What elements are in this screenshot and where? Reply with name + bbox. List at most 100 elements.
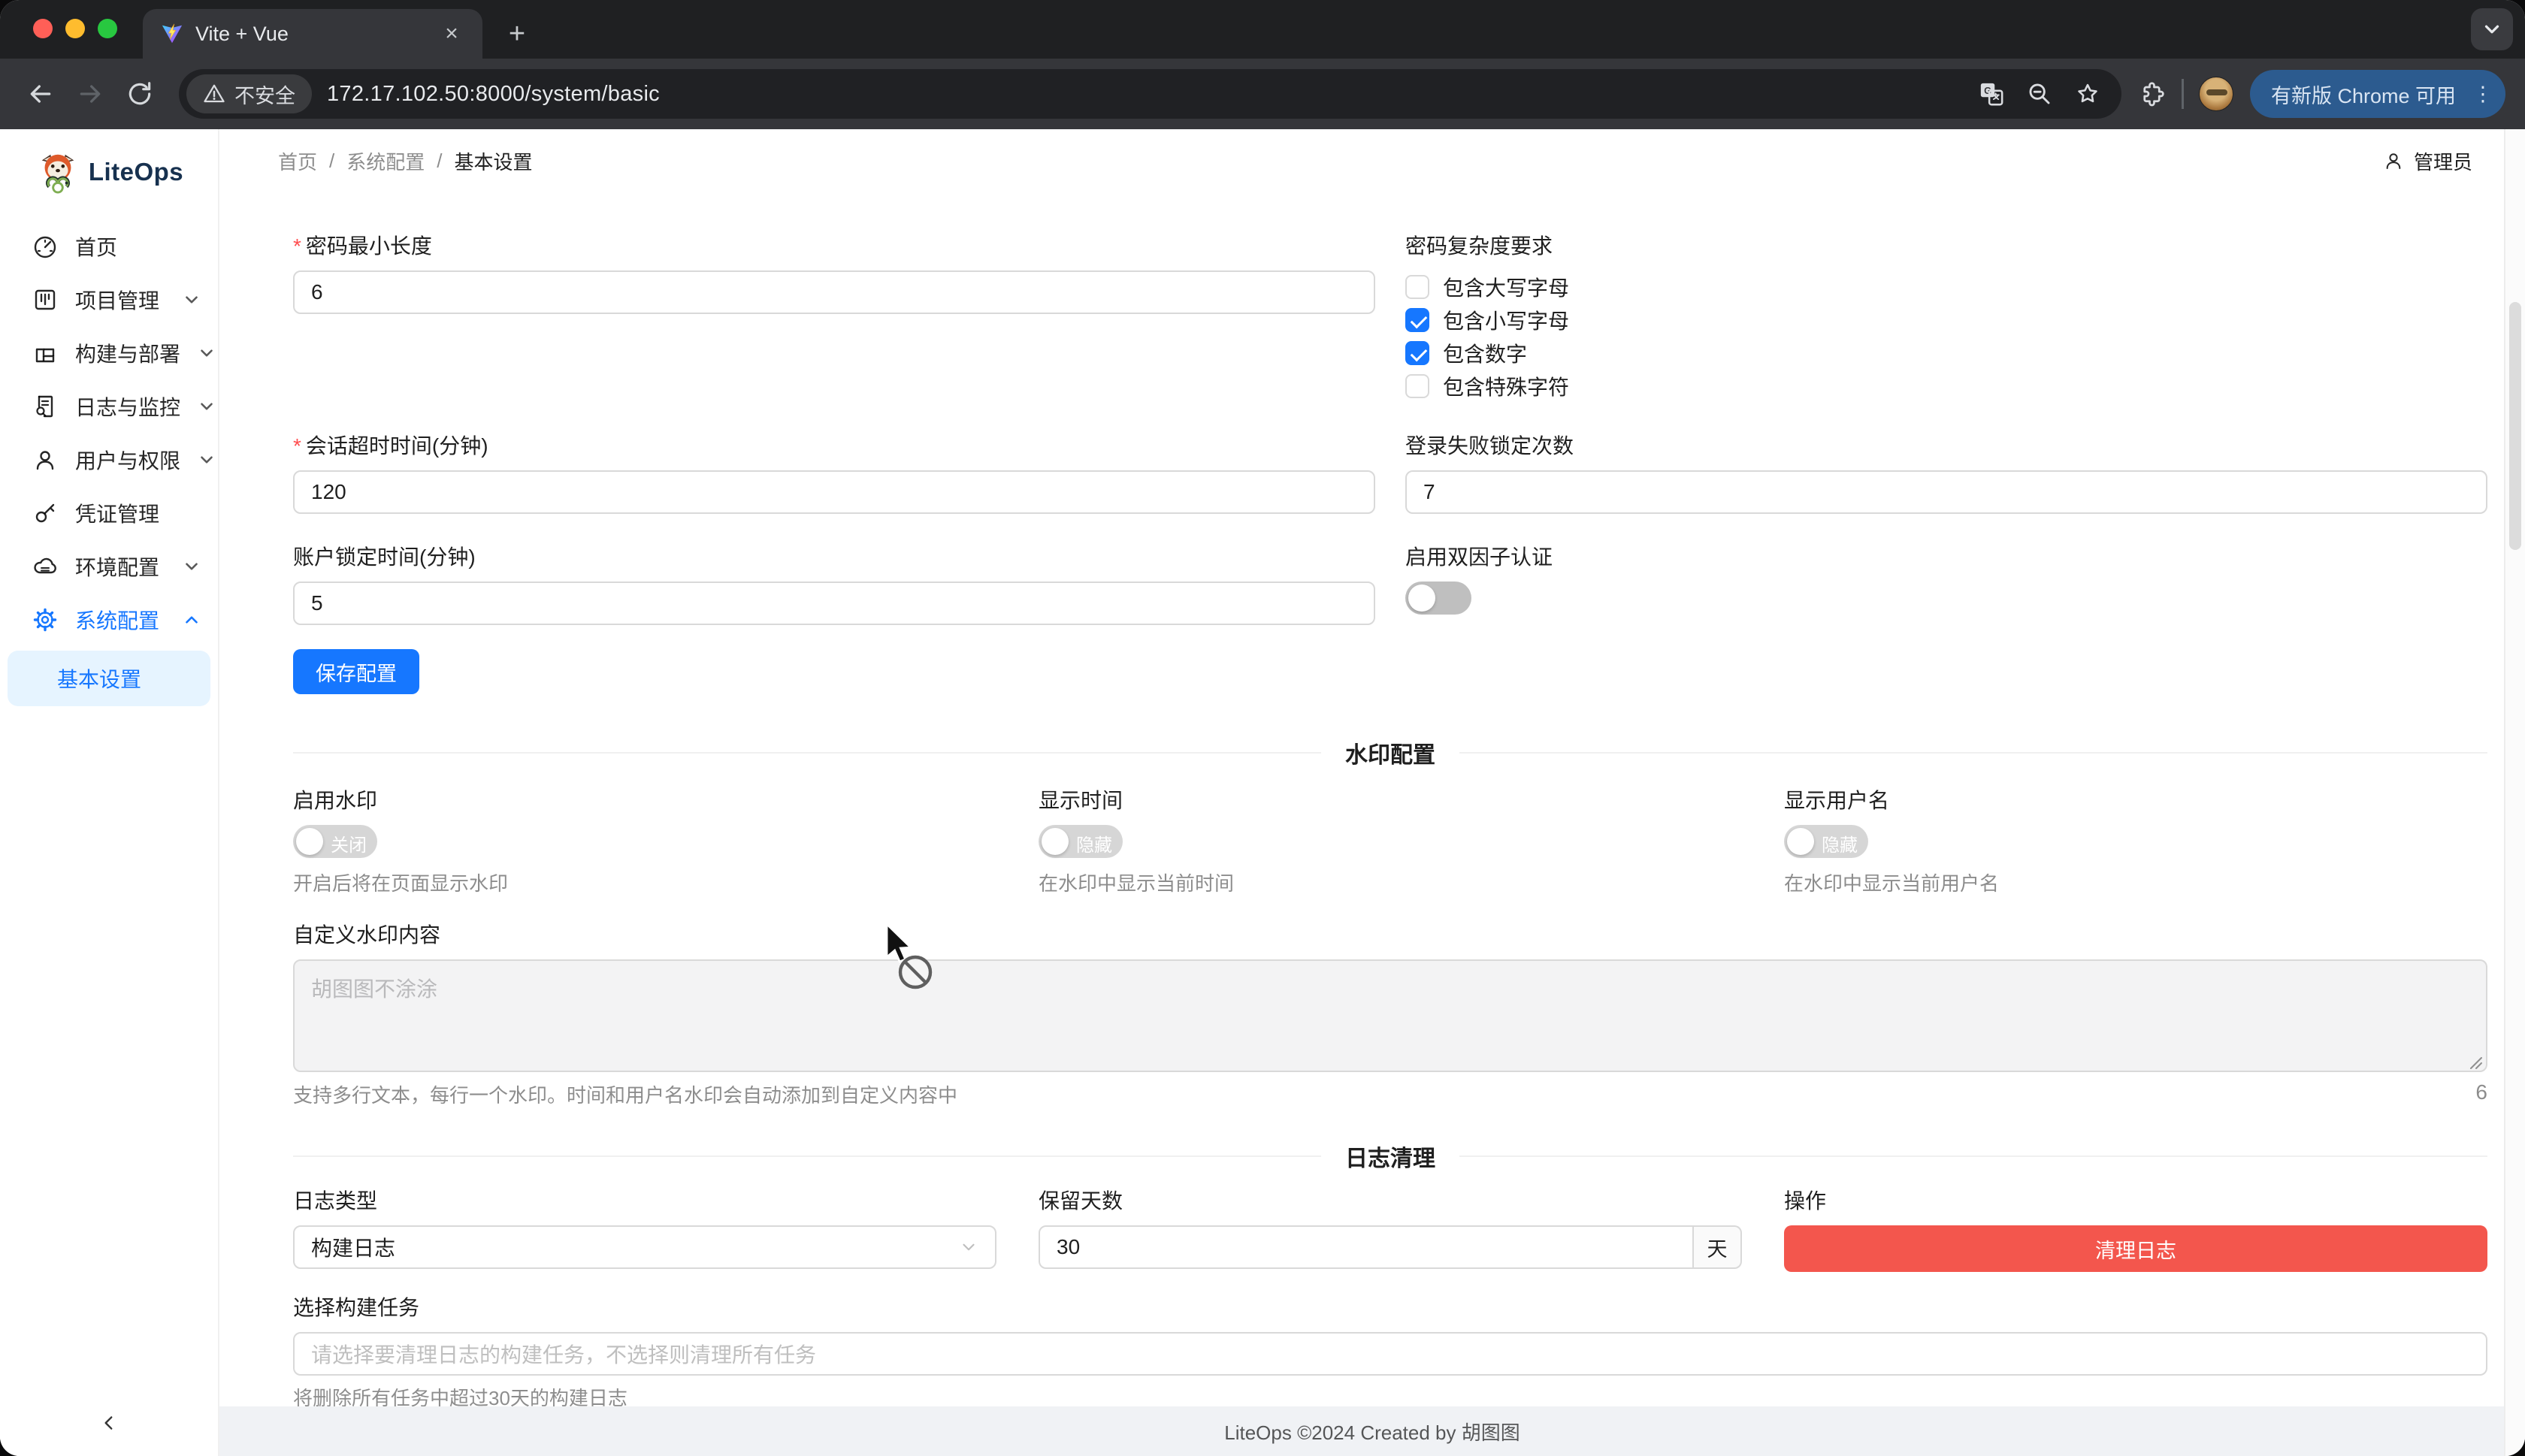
account-lock-time-input[interactable] (293, 581, 1375, 625)
liteops-panda-logo-icon (35, 149, 81, 195)
gear-icon (32, 606, 59, 633)
reload-button[interactable] (119, 73, 161, 115)
user-name: 管理员 (2414, 147, 2472, 175)
profile-avatar[interactable] (2199, 77, 2233, 111)
extensions-icon[interactable] (2139, 80, 2167, 107)
user-menu[interactable]: 管理员 (2382, 147, 2472, 175)
security-chip[interactable]: 不安全 (186, 74, 312, 113)
window-controls (33, 19, 117, 38)
show-time-toggle[interactable]: 隐藏 (1039, 825, 1123, 858)
app-logo-text: LiteOps (89, 158, 183, 186)
translate-icon[interactable]: G (1979, 81, 2004, 107)
char-count: 6 (2475, 1080, 2487, 1108)
enable-watermark-toggle[interactable]: 关闭 (293, 825, 377, 858)
retention-unit-addon: 天 (1694, 1225, 1742, 1269)
checkbox-uppercase[interactable] (1405, 275, 1429, 299)
sidebar-item-home[interactable]: 首页 (0, 219, 218, 273)
breadcrumb-system-config[interactable]: 系统配置 (346, 147, 425, 175)
chevron-down-icon (959, 1237, 978, 1257)
save-config-button[interactable]: 保存配置 (293, 649, 419, 694)
sidebar-item-credentials[interactable]: 凭证管理 (0, 486, 218, 539)
window-maximize-button[interactable] (98, 19, 117, 38)
field-label: 密码最小长度 (293, 233, 1375, 260)
browser-tab[interactable]: Vite + Vue (143, 9, 482, 59)
login-fail-lock-input[interactable] (1405, 470, 2487, 514)
sidebar-item-system-config[interactable]: 系统配置 (0, 593, 218, 646)
page-header: 首页 系统配置 基本设置 管理员 (219, 129, 2525, 192)
field-hint: 在水印中显示当前时间 (1039, 868, 1742, 896)
sidebar-item-projects[interactable]: 项目管理 (0, 273, 218, 326)
bookmark-star-icon[interactable] (2075, 81, 2100, 107)
checkbox-option[interactable]: 包含特殊字符 (1405, 370, 2487, 403)
back-button[interactable] (20, 73, 62, 115)
scrollbar-thumb[interactable] (2509, 302, 2521, 550)
zoom-icon[interactable] (2027, 81, 2052, 107)
url-text[interactable]: 172.17.102.50:8000/system/basic (327, 82, 1964, 107)
chevron-down-icon (197, 450, 216, 470)
two-factor-toggle[interactable] (1405, 581, 1471, 615)
field-label: 密码复杂度要求 (1405, 233, 2487, 260)
reload-icon (125, 80, 154, 108)
field-hint: 开启后将在页面显示水印 (293, 868, 996, 896)
cloud-server-icon (32, 553, 59, 580)
chevron-up-icon (182, 610, 201, 630)
tab-close-icon[interactable] (439, 21, 464, 47)
key-icon (32, 500, 59, 527)
log-type-select[interactable]: 构建日志 (293, 1225, 996, 1269)
window-close-button[interactable] (33, 19, 53, 38)
field-label: 登录失败锁定次数 (1405, 433, 2487, 460)
address-bar[interactable]: 不安全 172.17.102.50:8000/system/basic G (179, 69, 2121, 119)
sidebar-item-build-deploy[interactable]: 构建与部署 (0, 326, 218, 379)
field-task-select: 选择构建任务 请选择要清理日志的构建任务，不选择则清理所有任务 将删除所有任务中… (293, 1294, 2487, 1406)
user-icon (2382, 150, 2405, 172)
chrome-update-button[interactable]: 有新版 Chrome 可用 (2250, 70, 2505, 118)
chevron-down-icon (2481, 18, 2503, 41)
sidebar-item-users-permissions[interactable]: 用户与权限 (0, 433, 218, 486)
resize-handle-icon[interactable] (2468, 1055, 2483, 1070)
build-task-select[interactable]: 请选择要清理日志的构建任务，不选择则清理所有任务 (293, 1332, 2487, 1376)
scrollbar[interactable] (2504, 129, 2525, 1456)
field-label: 账户锁定时间(分钟) (293, 544, 1375, 571)
field-enable-watermark: 启用水印 关闭 开启后将在页面显示水印 (293, 787, 996, 896)
field-show-username: 显示用户名 隐藏 在水印中显示当前用户名 (1784, 787, 2487, 896)
page-footer: LiteOps ©2024 Created by 胡图图 (219, 1406, 2525, 1456)
tab-search-button[interactable] (2471, 8, 2513, 50)
checkbox-digits[interactable] (1405, 341, 1429, 365)
checkbox-option[interactable]: 包含数字 (1405, 337, 2487, 370)
custom-watermark-textarea[interactable] (293, 959, 2487, 1072)
new-tab-button[interactable] (502, 20, 532, 50)
sidebar-item-environment[interactable]: 环境配置 (0, 539, 218, 593)
checkbox-lowercase[interactable] (1405, 308, 1429, 332)
checkbox-special-chars[interactable] (1405, 374, 1429, 398)
field-label: 会话超时时间(分钟) (293, 433, 1375, 460)
sidebar: LiteOps 首页 项目管理 构建与部署 (0, 129, 219, 1456)
chevron-down-icon (182, 557, 201, 576)
checkbox-option[interactable]: 包含大写字母 (1405, 270, 2487, 304)
field-custom-watermark: 自定义水印内容 支持多行文本，每行一个水印。时间和用户名水印会自动添加到自定义内… (293, 922, 2487, 1108)
field-two-factor: 启用双因子认证 (1405, 544, 2487, 625)
breadcrumb-separator (437, 150, 442, 173)
retention-days-input[interactable] (1039, 1225, 1694, 1269)
clean-logs-button[interactable]: 清理日志 (1784, 1225, 2487, 1272)
section-divider-log-cleanup: 日志清理 (293, 1141, 2487, 1171)
chevron-down-icon (197, 397, 216, 416)
sidebar-collapse-button[interactable] (0, 1390, 218, 1456)
toolbar-divider (2182, 79, 2184, 109)
field-hint: 支持多行文本，每行一个水印。时间和用户名水印会自动添加到自定义内容中 (293, 1080, 2475, 1108)
chrome-update-label: 有新版 Chrome 可用 (2271, 80, 2456, 109)
checkbox-option[interactable]: 包含小写字母 (1405, 304, 2487, 337)
menu-dots-icon[interactable] (2469, 83, 2496, 106)
sidebar-item-logs-monitoring[interactable]: 日志与监控 (0, 379, 218, 433)
section-title: 水印配置 (1345, 736, 1435, 769)
build-icon (32, 340, 59, 367)
browser-toolbar: 不安全 172.17.102.50:8000/system/basic G 有新… (0, 59, 2525, 129)
forward-arrow-icon (75, 79, 105, 109)
show-username-toggle[interactable]: 隐藏 (1784, 825, 1868, 858)
session-timeout-input[interactable] (293, 470, 1375, 514)
field-action: 操作 清理日志 (1784, 1188, 2487, 1272)
forward-button[interactable] (69, 73, 111, 115)
password-min-length-input[interactable] (293, 270, 1375, 314)
breadcrumb-home[interactable]: 首页 (278, 147, 317, 175)
window-minimize-button[interactable] (65, 19, 85, 38)
sidebar-subitem-basic-settings[interactable]: 基本设置 (8, 651, 210, 706)
